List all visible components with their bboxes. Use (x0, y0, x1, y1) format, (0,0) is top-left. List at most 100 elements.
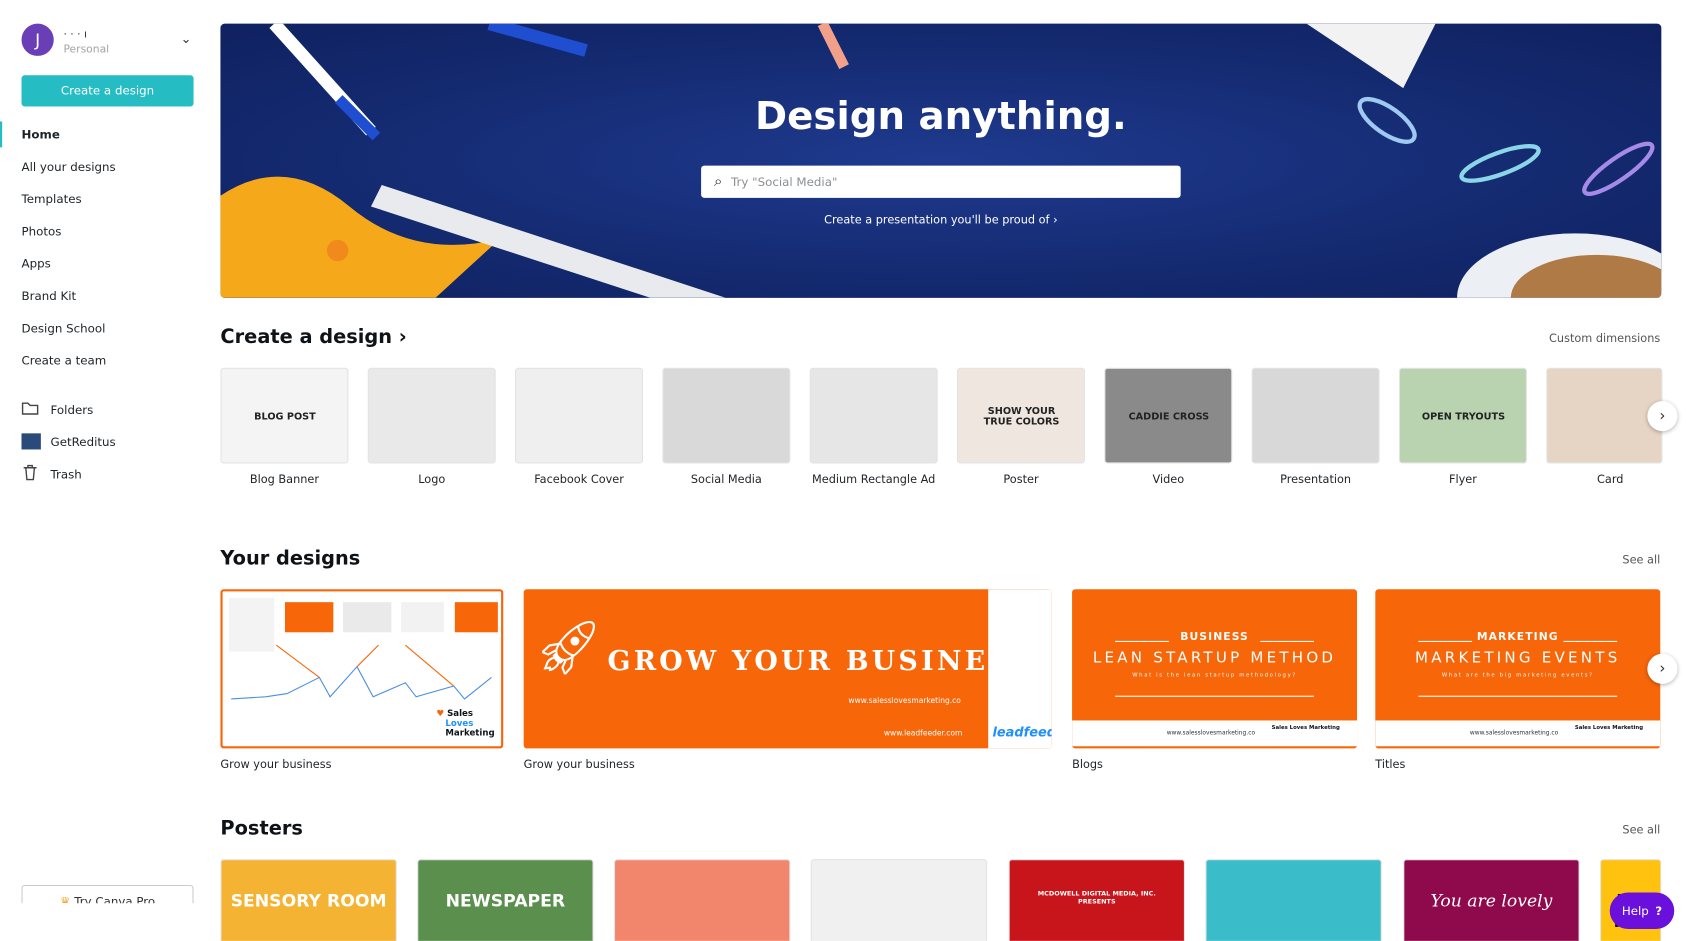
plan-label: Personal (63, 44, 110, 56)
card-subtitle: What is the lean startup methodology? (1132, 672, 1297, 679)
card-headline: MARKETING EVENTS (1415, 649, 1621, 667)
design-card[interactable]: 🚀︎ GROW YOUR BUSINESS www.salesslovesmar… (523, 589, 1052, 749)
poster-card[interactable]: You are lovely (1403, 859, 1580, 941)
design-type-label: Logo (418, 473, 446, 487)
see-all-designs[interactable]: See all (1622, 554, 1660, 567)
folder-icon (21, 401, 39, 419)
team-thumbnail (21, 433, 41, 450)
help-label: Help (1621, 903, 1649, 918)
design-type-label: Social Media (690, 473, 762, 487)
design-label: Grow your business (523, 758, 635, 771)
see-all-posters[interactable]: See all (1622, 824, 1660, 837)
design-type-label: Facebook Cover (534, 473, 624, 487)
chevron-right-icon[interactable]: › (1647, 653, 1678, 684)
card-url: www.salesslovesmarketing.co (1166, 730, 1256, 737)
poster-text: MCDOWELL DIGITAL MEDIA, INC. PRESENTS (1037, 890, 1156, 906)
tile-thumbnail-text (685, 390, 769, 444)
design-type-tile[interactable] (515, 367, 644, 464)
custom-dimensions-link[interactable]: Custom dimensions (1549, 332, 1660, 345)
design-label: Grow your business (220, 758, 332, 771)
design-type-tile[interactable]: BLOG POST (220, 367, 349, 464)
active-indicator (0, 121, 3, 148)
poster-card[interactable] (1205, 859, 1382, 941)
user-name[interactable]: · · · ı (63, 29, 87, 41)
brand-logo: Sales Loves Marketing (1574, 724, 1644, 732)
chevron-right-icon[interactable]: › (1647, 401, 1678, 432)
poster-card[interactable]: NEWSPAPER (417, 859, 594, 941)
design-type-tile[interactable] (662, 367, 791, 464)
design-card[interactable]: MARKETING MARKETING EVENTS What are the … (1375, 589, 1661, 749)
tile-thumbnail-text (390, 390, 474, 444)
search-input[interactable]: ⌕ Try "Social Media" (701, 165, 1181, 198)
sidebar-item-photos[interactable]: Photos (22, 225, 62, 239)
sidebar-item-trash[interactable]: Trash (51, 468, 82, 482)
design-type-label: Poster (1003, 473, 1039, 487)
design-type-label: Card (1597, 473, 1624, 487)
sidebar-item-home[interactable]: Home (22, 128, 60, 142)
card-kicker: MARKETING (1476, 631, 1559, 644)
design-type-tile[interactable]: CADDIE CROSS (1104, 367, 1233, 464)
brand-logo: ♥ Sales Loves Marketing (436, 708, 495, 738)
hero-subtitle-link[interactable]: Create a presentation you'll be proud of… (220, 214, 1661, 227)
poster-card[interactable] (613, 859, 791, 941)
sidebar-item-create-a-team[interactable]: Create a team (22, 354, 107, 368)
section-title-create[interactable]: Create a design › (220, 326, 406, 349)
card-url: www.salesslovesmarketing.co (1469, 730, 1559, 737)
create-design-button[interactable]: Create a design (21, 75, 194, 107)
hero-banner: Design anything. ⌕ Try "Social Media" Cr… (220, 23, 1662, 298)
tile-thumbnail-text (1569, 390, 1653, 444)
avatar[interactable]: J (21, 23, 54, 56)
tile-thumbnail-text: OPEN TRYOUTS (1421, 411, 1506, 423)
sidebar-item-getreditus[interactable]: GetReditus (51, 435, 116, 449)
help-button[interactable]: Help? (1609, 892, 1675, 930)
design-type-label: Flyer (1448, 473, 1477, 487)
design-type-tile[interactable]: OPEN TRYOUTS (1398, 367, 1527, 464)
card-kicker: BUSINESS (1180, 631, 1249, 644)
question-icon: ? (1655, 903, 1663, 918)
poster-card[interactable]: MCDOWELL DIGITAL MEDIA, INC. PRESENTS (1008, 859, 1185, 941)
tile-thumbnail-text: SHOW YOUR TRUE COLORS (983, 406, 1060, 428)
design-type-label: Blog Banner (249, 473, 319, 487)
trash-icon (22, 464, 39, 485)
section-title-your-designs: Your designs (220, 547, 361, 570)
design-type-tile[interactable]: SHOW YOUR TRUE COLORS (957, 367, 1085, 464)
design-type-label: Medium Rectangle Ad (812, 473, 936, 487)
sidebar-bottom (0, 903, 221, 941)
tile-thumbnail-text (832, 390, 916, 444)
section-title-posters: Posters (220, 817, 303, 840)
tile-thumbnail-text (538, 390, 622, 444)
card-headline: LEAN STARTUP METHOD (1092, 649, 1337, 667)
hero-title: Design anything. (755, 94, 1127, 139)
search-placeholder: Try "Social Media" (731, 174, 838, 189)
sidebar-item-brand-kit[interactable]: Brand Kit (22, 289, 77, 303)
design-type-tile[interactable] (367, 367, 496, 464)
sidebar-item-templates[interactable]: Templates (22, 192, 82, 206)
card-subtitle: What are the big marketing events? (1441, 672, 1594, 679)
canva-home: J · · · ı Personal ⌄ Create a design Fol… (0, 0, 1686, 941)
design-card[interactable]: BUSINESS LEAN STARTUP METHOD What is the… (1072, 589, 1358, 749)
poster-text: SENSORY ROOM (230, 890, 387, 911)
sidebar-item-folders[interactable]: Folders (51, 403, 94, 417)
design-type-label: Presentation (1280, 473, 1352, 487)
brand-logo: Sales Loves Marketing (1271, 724, 1340, 732)
sidebar-item-design-school[interactable]: Design School (22, 322, 106, 336)
poster-card[interactable]: SENSORY ROOM (220, 859, 397, 941)
rocket-icon: 🚀︎ (534, 616, 603, 679)
design-card[interactable]: ♥ Sales Loves Marketing (220, 589, 504, 749)
sidebar-item-apps[interactable]: Apps (22, 257, 51, 271)
banner-illustration (220, 23, 1662, 298)
design-label: Titles (1375, 758, 1406, 771)
tile-thumbnail-text: BLOG POST (254, 411, 316, 423)
card-url: www.leadfeeder.com (883, 729, 963, 738)
design-type-tile[interactable] (809, 367, 938, 464)
design-type-tile[interactable] (1546, 367, 1663, 464)
search-icon: ⌕ (713, 173, 723, 191)
tile-thumbnail-text (1274, 390, 1358, 444)
sidebar-item-all-your-designs[interactable]: All your designs (22, 160, 116, 174)
poster-text: NEWSPAPER (445, 890, 566, 911)
poster-card[interactable] (810, 859, 988, 941)
design-type-tile[interactable] (1251, 367, 1380, 464)
tile-thumbnail-text: CADDIE CROSS (1128, 411, 1210, 423)
chevron-down-icon[interactable]: ⌄ (181, 31, 192, 46)
design-type-label: Video (1152, 473, 1185, 487)
